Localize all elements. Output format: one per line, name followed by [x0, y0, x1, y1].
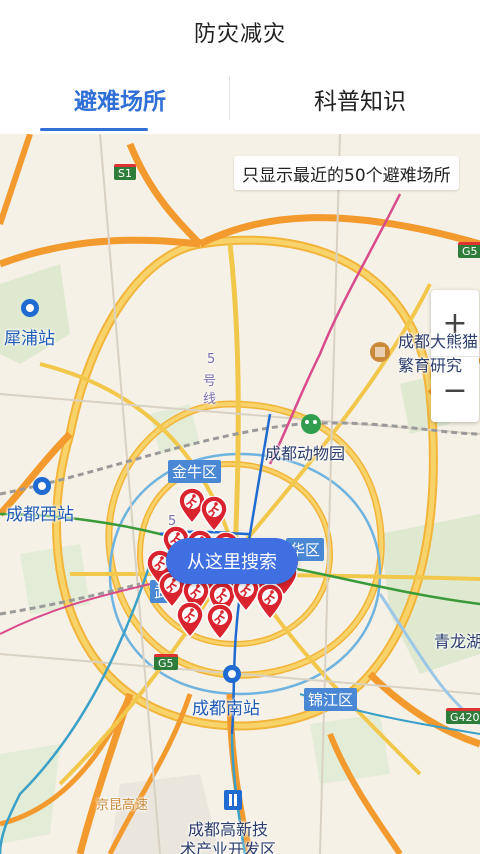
tab-bar: 避难场所 科普知识: [0, 64, 480, 134]
label-jinjiang-district: 锦江区: [304, 688, 358, 711]
label-jinniu-district: 金牛区: [168, 460, 222, 483]
app-header: 防灾减灾: [0, 0, 480, 64]
label-metro-line5-hao: 号: [203, 374, 217, 389]
shelter-marker-icon[interactable]: [255, 584, 285, 620]
label-metro-line5-xian: 线: [203, 392, 217, 407]
label-panda-base-line1: 成都大熊猫: [398, 332, 479, 351]
highway-shield-g5: G5: [458, 242, 480, 258]
highway-shield-g5: G5: [154, 654, 178, 670]
shelter-limit-notice: 只显示最近的50个避难场所: [234, 156, 459, 190]
page-title: 防灾减灾: [193, 22, 286, 47]
label-xipu-station: 犀浦站: [4, 329, 55, 349]
tab-knowledge[interactable]: 科普知识: [240, 64, 480, 134]
map-base: [0, 134, 480, 854]
label-chengdu-zoo: 成都动物园: [265, 444, 346, 463]
label-gaoxin-line2: 术产业开发区: [180, 840, 277, 854]
search-here-button[interactable]: 从这里搜索: [166, 538, 298, 584]
shelter-marker-icon[interactable]: [175, 602, 205, 638]
label-chengdu-south-station: 成都南站: [192, 699, 260, 719]
active-tab-indicator: [40, 128, 148, 131]
label-panda-base-line2: 繁育研究: [398, 356, 463, 375]
tab-divider: [229, 76, 230, 120]
highway-shield-g4202: G420: [446, 708, 480, 724]
label-chengdu-west-station: 成都西站: [6, 505, 74, 525]
label-qinglong-lake: 青龙湖: [434, 632, 480, 651]
tab-shelters[interactable]: 避难场所: [0, 64, 240, 134]
shelter-marker-icon[interactable]: [199, 496, 229, 532]
map-view[interactable]: 只显示最近的50个避难场所 + − S1 G5 G5 G420 犀浦站 成都西站…: [0, 134, 480, 854]
label-metro-line5-number: 5: [207, 352, 216, 367]
highway-shield-s1: S1: [114, 164, 136, 180]
label-jingkun-expressway: 京昆高速: [96, 798, 149, 813]
shelter-marker-icon[interactable]: [205, 604, 235, 640]
